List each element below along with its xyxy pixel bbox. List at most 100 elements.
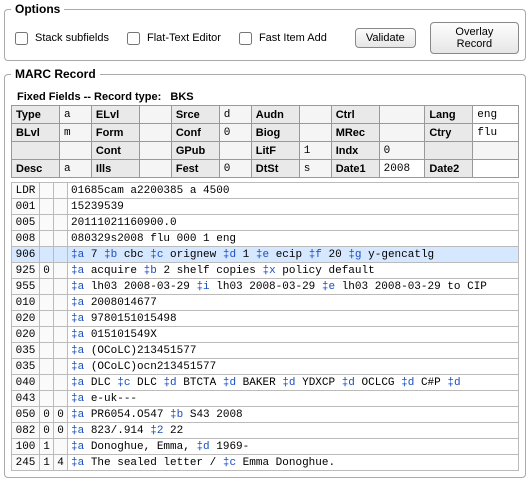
marc-tag[interactable]: 050 bbox=[12, 407, 40, 423]
marc-ind2[interactable] bbox=[54, 215, 68, 231]
marc-tag[interactable]: 008 bbox=[12, 231, 40, 247]
stack-subfields-checkbox[interactable]: Stack subfields bbox=[11, 29, 109, 48]
marc-ind1[interactable]: 1 bbox=[40, 439, 54, 455]
marc-ind1[interactable] bbox=[40, 231, 54, 247]
ff-date2[interactable] bbox=[473, 160, 519, 178]
marc-row-050-14[interactable]: 05000‡a PR6054.O547 ‡b S43 2008 bbox=[12, 407, 519, 423]
marc-content[interactable]: ‡a (OCoLC)ocn213451577 bbox=[68, 359, 519, 375]
marc-row-035-11[interactable]: 035‡a (OCoLC)ocn213451577 bbox=[12, 359, 519, 375]
marc-content[interactable]: ‡a 7 ‡b cbc ‡c orignew ‡d 1 ‡e ecip ‡f 2… bbox=[68, 247, 519, 263]
fast-item-add-checkbox[interactable]: Fast Item Add bbox=[235, 29, 327, 48]
marc-ind1[interactable]: 1 bbox=[40, 455, 54, 471]
marc-tag[interactable]: 035 bbox=[12, 343, 40, 359]
ff-conf[interactable]: 0 bbox=[219, 124, 251, 142]
ff-elvl[interactable] bbox=[139, 106, 171, 124]
marc-ind2[interactable] bbox=[54, 199, 68, 215]
flat-text-input[interactable] bbox=[127, 32, 140, 45]
ff-form[interactable] bbox=[139, 124, 171, 142]
marc-tag[interactable]: 001 bbox=[12, 199, 40, 215]
fast-item-input[interactable] bbox=[239, 32, 252, 45]
marc-ind1[interactable]: 0 bbox=[40, 423, 54, 439]
marc-tag[interactable]: 040 bbox=[12, 375, 40, 391]
marc-ind1[interactable] bbox=[40, 183, 54, 199]
marc-content[interactable]: 15239539 bbox=[68, 199, 519, 215]
marc-ind2[interactable] bbox=[54, 311, 68, 327]
marc-tag[interactable]: LDR bbox=[12, 183, 40, 199]
marc-content[interactable]: ‡a The sealed letter / ‡c Emma Donoghue. bbox=[68, 455, 519, 471]
ff-cont[interactable] bbox=[139, 142, 171, 160]
ff-blvl[interactable]: m bbox=[59, 124, 91, 142]
ff-litf[interactable]: 1 bbox=[299, 142, 331, 160]
marc-tag[interactable]: 100 bbox=[12, 439, 40, 455]
marc-ind2[interactable] bbox=[54, 375, 68, 391]
marc-ind1[interactable] bbox=[40, 311, 54, 327]
marc-content[interactable]: ‡a 2008014677 bbox=[68, 295, 519, 311]
marc-row-010-7[interactable]: 010‡a 2008014677 bbox=[12, 295, 519, 311]
marc-ind1[interactable] bbox=[40, 327, 54, 343]
ff-biog[interactable] bbox=[299, 124, 331, 142]
marc-ind2[interactable]: 4 bbox=[54, 455, 68, 471]
marc-content[interactable]: ‡a 015101549X bbox=[68, 327, 519, 343]
marc-row-043-13[interactable]: 043‡a e-uk--- bbox=[12, 391, 519, 407]
flat-text-editor-checkbox[interactable]: Flat-Text Editor bbox=[123, 29, 221, 48]
marc-ind2[interactable]: 0 bbox=[54, 407, 68, 423]
ff-type[interactable]: a bbox=[59, 106, 91, 124]
ff-mrec[interactable] bbox=[379, 124, 425, 142]
ff-dtst[interactable]: s bbox=[299, 160, 331, 178]
marc-ind2[interactable] bbox=[54, 343, 68, 359]
marc-content[interactable]: ‡a DLC ‡c DLC ‡d BTCTA ‡d BAKER ‡d YDXCP… bbox=[68, 375, 519, 391]
marc-content[interactable]: ‡a 823/.914 ‡2 22 bbox=[68, 423, 519, 439]
marc-content[interactable]: ‡a acquire ‡b 2 shelf copies ‡x policy d… bbox=[68, 263, 519, 279]
marc-content[interactable]: ‡a 9780151015498 bbox=[68, 311, 519, 327]
marc-ind1[interactable] bbox=[40, 295, 54, 311]
marc-content[interactable]: 20111021160900.0 bbox=[68, 215, 519, 231]
ff-date1[interactable]: 2008 bbox=[379, 160, 425, 178]
marc-row-955-6[interactable]: 955 ‡a lh03 2008-03-29 ‡i lh03 2008-03-29… bbox=[12, 279, 519, 295]
marc-ind2[interactable] bbox=[54, 391, 68, 407]
marc-row-925-5[interactable]: 9250‡a acquire ‡b 2 shelf copies ‡x poli… bbox=[12, 263, 519, 279]
marc-ind2[interactable] bbox=[54, 439, 68, 455]
marc-row-020-8[interactable]: 020 ‡a 9780151015498 bbox=[12, 311, 519, 327]
marc-tag[interactable]: 955 bbox=[12, 279, 40, 295]
marc-ind1[interactable] bbox=[40, 215, 54, 231]
marc-row-020-9[interactable]: 020 ‡a 015101549X bbox=[12, 327, 519, 343]
stack-subfields-input[interactable] bbox=[15, 32, 28, 45]
marc-tag[interactable]: 082 bbox=[12, 423, 40, 439]
marc-ind1[interactable] bbox=[40, 359, 54, 375]
marc-ind2[interactable] bbox=[54, 231, 68, 247]
marc-row-906-4[interactable]: 906 ‡a 7 ‡b cbc ‡c orignew ‡d 1 ‡e ecip ‡… bbox=[12, 247, 519, 263]
ff-fest[interactable]: 0 bbox=[219, 160, 251, 178]
marc-ind1[interactable] bbox=[40, 375, 54, 391]
marc-tag[interactable]: 043 bbox=[12, 391, 40, 407]
marc-ind2[interactable] bbox=[54, 247, 68, 263]
ff-gpub[interactable] bbox=[219, 142, 251, 160]
marc-ind2[interactable]: 0 bbox=[54, 423, 68, 439]
marc-ind2[interactable] bbox=[54, 279, 68, 295]
ff-ctry[interactable]: flu bbox=[473, 124, 519, 142]
ff-lang[interactable]: eng bbox=[473, 106, 519, 124]
marc-tag[interactable]: 906 bbox=[12, 247, 40, 263]
marc-ind1[interactable] bbox=[40, 343, 54, 359]
marc-row-LDR-0[interactable]: LDR 01685cam a2200385 a 4500 bbox=[12, 183, 519, 199]
ff-srce[interactable]: d bbox=[219, 106, 251, 124]
ff-desc[interactable]: a bbox=[59, 160, 91, 178]
ff-audn[interactable] bbox=[299, 106, 331, 124]
marc-ind2[interactable] bbox=[54, 359, 68, 375]
ff-indx[interactable]: 0 bbox=[379, 142, 425, 160]
marc-row-082-15[interactable]: 08200‡a 823/.914 ‡2 22 bbox=[12, 423, 519, 439]
marc-row-100-16[interactable]: 1001 ‡a Donoghue, Emma, ‡d 1969- bbox=[12, 439, 519, 455]
overlay-record-button[interactable]: Overlay Record bbox=[430, 22, 519, 54]
marc-row-005-2[interactable]: 00520111021160900.0 bbox=[12, 215, 519, 231]
marc-ind2[interactable] bbox=[54, 183, 68, 199]
marc-content[interactable]: ‡a Donoghue, Emma, ‡d 1969- bbox=[68, 439, 519, 455]
marc-tag[interactable]: 020 bbox=[12, 327, 40, 343]
marc-tag[interactable]: 925 bbox=[12, 263, 40, 279]
marc-content[interactable]: ‡a PR6054.O547 ‡b S43 2008 bbox=[68, 407, 519, 423]
marc-row-245-17[interactable]: 24514‡a The sealed letter / ‡c Emma Dono… bbox=[12, 455, 519, 471]
ff-ills[interactable] bbox=[139, 160, 171, 178]
marc-tag[interactable]: 020 bbox=[12, 311, 40, 327]
marc-content[interactable]: 01685cam a2200385 a 4500 bbox=[68, 183, 519, 199]
marc-content[interactable]: ‡a lh03 2008-03-29 ‡i lh03 2008-03-29 ‡e… bbox=[68, 279, 519, 295]
marc-ind2[interactable] bbox=[54, 295, 68, 311]
ff-ctrl[interactable] bbox=[379, 106, 425, 124]
